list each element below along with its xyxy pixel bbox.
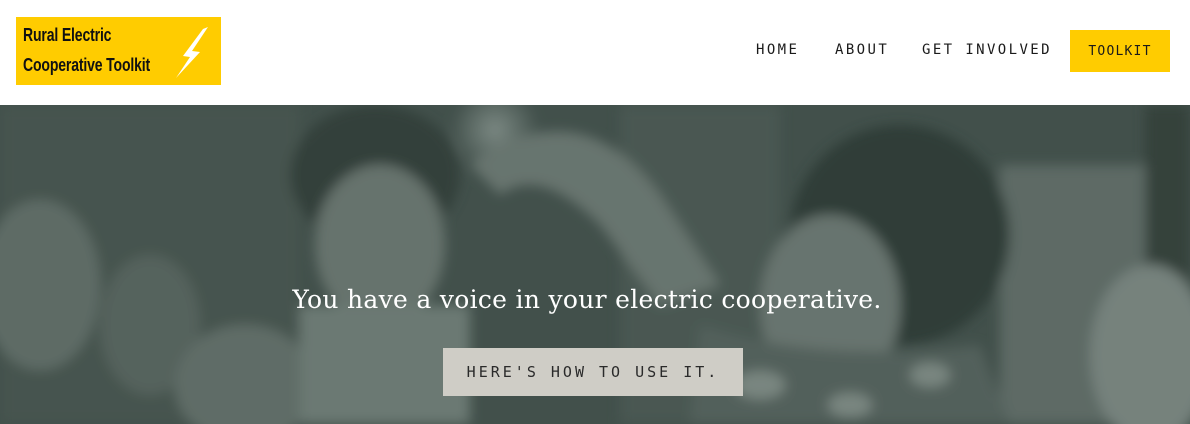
site-header: Rural Electric Cooperative Toolkit HOME … [0, 0, 1190, 105]
logo-text-line2: Cooperative Toolkit [23, 55, 151, 75]
nav-about-link[interactable]: ABOUT [835, 42, 889, 58]
nav-get-involved-link[interactable]: GET INVOLVED [922, 42, 1052, 58]
hero-headline: You have a voice in your electric cooper… [292, 285, 882, 314]
hero-cta-button[interactable]: HERE'S HOW TO USE IT. [443, 348, 743, 396]
nav-toolkit-button[interactable]: TOOLKIT [1070, 30, 1170, 72]
nav-home-link[interactable]: HOME [756, 42, 799, 58]
logo-text-line1: Rural Electric [23, 25, 112, 45]
lightning-bolt-icon [176, 27, 208, 78]
site-logo[interactable]: Rural Electric Cooperative Toolkit [16, 17, 221, 85]
hero-banner: You have a voice in your electric cooper… [0, 105, 1190, 424]
